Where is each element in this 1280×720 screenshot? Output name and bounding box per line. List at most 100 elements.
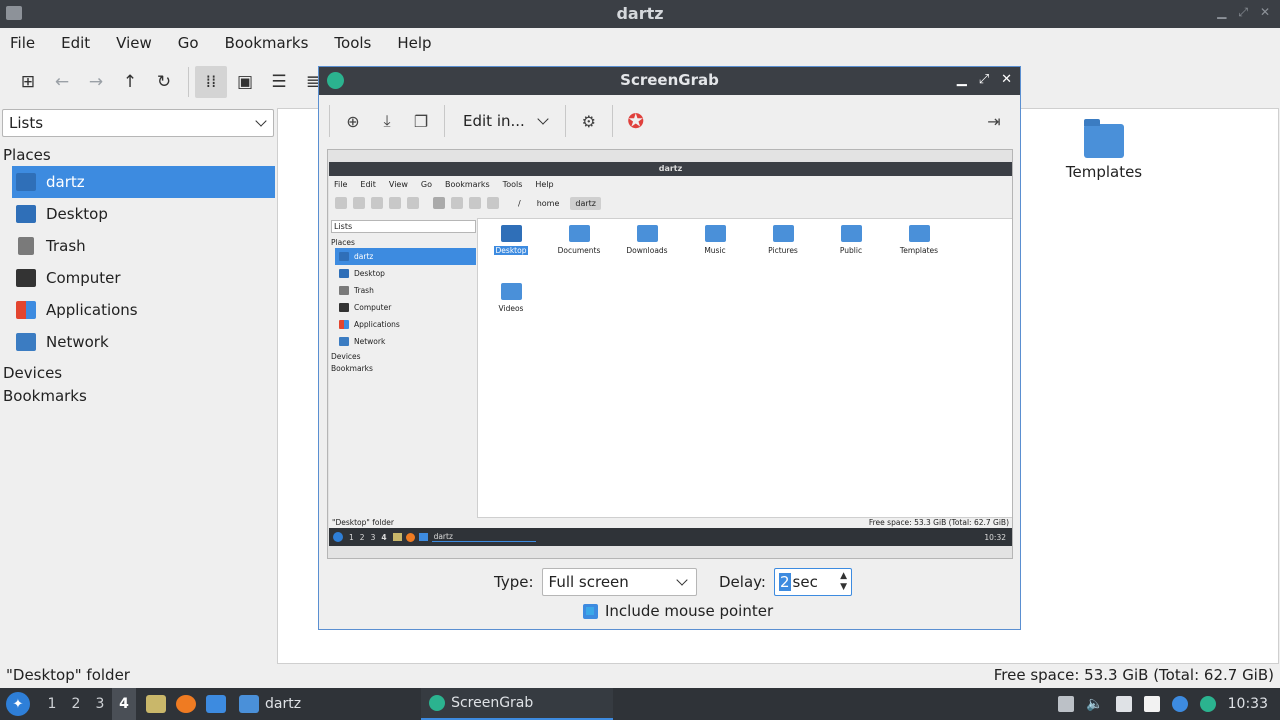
sidebar-item-trash[interactable]: Trash: [12, 230, 275, 262]
new-screenshot-icon[interactable]: ⊕: [336, 104, 370, 138]
new-window-icon[interactable]: ⊞: [12, 66, 44, 98]
include-pointer-row[interactable]: Include mouse pointer: [583, 602, 773, 620]
preview-folder-label: Documents: [557, 246, 601, 255]
screenshot-preview[interactable]: dartz File Edit View Go Bookmarks Tools …: [327, 149, 1013, 559]
delay-value[interactable]: 2: [778, 573, 791, 591]
thumbnail-view-icon[interactable]: ▣: [229, 66, 261, 98]
close-icon[interactable]: ✕: [1001, 72, 1012, 87]
display-icon[interactable]: [1115, 696, 1132, 712]
save-icon[interactable]: ⤓: [370, 104, 404, 138]
edit-in-button[interactable]: Edit in...: [451, 104, 559, 138]
settings-gear-icon[interactable]: ⚙: [572, 104, 606, 138]
task-screengrab[interactable]: ScreenGrab: [421, 688, 614, 720]
preview-file-view: Desktop Documents Downloads Music Pictur…: [477, 218, 1012, 518]
folder-label-templates[interactable]: Templates: [1064, 163, 1144, 181]
clipboard-icon[interactable]: [1143, 696, 1160, 712]
include-pointer-label[interactable]: Include mouse pointer: [605, 602, 773, 620]
menu-help[interactable]: Help: [397, 34, 431, 52]
devices-heading[interactable]: Devices: [0, 362, 276, 384]
applications-icon: [16, 301, 36, 319]
preview-folder: Documents: [553, 225, 605, 255]
exit-icon[interactable]: ⇥: [977, 104, 1011, 138]
volume-icon[interactable]: 🔈: [1086, 696, 1103, 712]
bookmarks-heading[interactable]: Bookmarks: [0, 385, 276, 407]
toolbar-separator: [188, 67, 189, 97]
preview-toolbar-icon: [487, 197, 499, 209]
preview-folder: Downloads: [621, 225, 673, 255]
menu-file[interactable]: File: [10, 34, 35, 52]
preview-folder-icon: [704, 225, 726, 242]
places-heading[interactable]: Places: [0, 144, 276, 166]
preview-trash-icon: [339, 286, 349, 295]
preview-item-label: Applications: [354, 320, 400, 329]
workspace-3[interactable]: 3: [88, 696, 112, 712]
type-select[interactable]: Full screen: [541, 568, 697, 596]
preview-toolbar-icon: [451, 197, 463, 209]
templates-folder-icon[interactable]: [1084, 119, 1124, 158]
menu-bookmarks[interactable]: Bookmarks: [225, 34, 309, 52]
preview-status-bar: "Desktop" folder Free space: 53.3 GiB (T…: [329, 518, 1012, 528]
minimize-icon[interactable]: ▁: [957, 72, 967, 87]
preview-sidebar-item: Trash: [335, 282, 476, 299]
chevron-down-icon: [537, 113, 549, 125]
help-lifebuoy-icon[interactable]: ✪: [619, 104, 653, 138]
notification-icon[interactable]: [1171, 696, 1188, 712]
spin-arrows-icon[interactable]: ▲ ▼: [840, 571, 847, 593]
menu-edit[interactable]: Edit: [61, 34, 90, 52]
copy-icon[interactable]: ❐: [404, 104, 438, 138]
icon-view-icon[interactable]: ⁞⁞: [195, 66, 227, 98]
storage-icon[interactable]: [1058, 696, 1075, 712]
sidebar-item-applications[interactable]: Applications: [12, 294, 275, 326]
start-menu-icon[interactable]: ✦: [6, 692, 30, 716]
file-manager-launcher-icon[interactable]: [146, 695, 166, 713]
preview-desktop-icon: [339, 269, 349, 278]
task-label: ScreenGrab: [451, 695, 534, 711]
sidebar-item-label: Applications: [46, 301, 138, 319]
maximize-icon[interactable]: ⤢: [1238, 5, 1248, 20]
minimize-icon[interactable]: ▁: [1217, 5, 1226, 20]
status-bar: "Desktop" folder Free space: 53.3 GiB (T…: [0, 666, 1280, 688]
desktop-launcher-icon[interactable]: [206, 695, 226, 713]
preview-folder: Pictures: [757, 225, 809, 255]
menubar: File Edit View Go Bookmarks Tools Help: [0, 28, 1280, 58]
preview-folder: Public: [825, 225, 877, 255]
compact-view-icon[interactable]: ☰: [263, 66, 295, 98]
status-free-space: Free space: 53.3 GiB (Total: 62.7 GiB): [993, 666, 1274, 684]
back-icon[interactable]: ←: [46, 66, 78, 98]
type-select-value: Full screen: [548, 573, 629, 591]
preview-clock: 10:32: [984, 532, 1006, 542]
preview-folder-label: Desktop: [493, 246, 529, 255]
close-icon[interactable]: ✕: [1260, 5, 1270, 20]
up-icon[interactable]: ↑: [114, 66, 146, 98]
preview-task: dartz: [431, 532, 536, 542]
menu-view[interactable]: View: [116, 34, 152, 52]
forward-icon[interactable]: →: [80, 66, 112, 98]
preview-network-icon: [339, 337, 349, 346]
include-pointer-checkbox[interactable]: [583, 603, 598, 619]
preview-sidebar-item: Desktop: [335, 265, 476, 282]
workspace-2[interactable]: 2: [64, 696, 88, 712]
maximize-icon[interactable]: ⤢: [979, 72, 989, 87]
clock[interactable]: 10:33: [1228, 696, 1268, 712]
task-dartz[interactable]: dartz: [231, 688, 309, 720]
firefox-icon[interactable]: [176, 695, 196, 713]
preview-app-icon: [418, 533, 428, 541]
workspace-1[interactable]: 1: [40, 696, 64, 712]
screengrab-titlebar[interactable]: ScreenGrab ▁ ⤢ ✕: [319, 67, 1020, 95]
workspace-4[interactable]: 4: [112, 688, 136, 720]
menu-tools[interactable]: Tools: [334, 34, 371, 52]
menu-go[interactable]: Go: [178, 34, 199, 52]
preview-folder-label: Pictures: [768, 246, 798, 255]
sidebar-item-computer[interactable]: Computer: [12, 262, 275, 294]
sidebar-item-network[interactable]: Network: [12, 326, 275, 358]
sidebar-item-desktop[interactable]: Desktop: [12, 198, 275, 230]
preview-workspace: 3: [370, 532, 376, 542]
sidebar-mode-select[interactable]: Lists: [2, 109, 274, 137]
preview-menu-item: Help: [535, 179, 554, 189]
sidebar-item-dartz[interactable]: dartz: [12, 166, 275, 198]
file-manager-titlebar[interactable]: dartz ▁ ⤢ ✕: [0, 0, 1280, 28]
folder-icon: [239, 695, 259, 713]
screengrab-tray-icon[interactable]: [1199, 696, 1216, 712]
delay-spinbox[interactable]: 2 sec ▲ ▼: [773, 568, 852, 596]
reload-icon[interactable]: ↻: [148, 66, 180, 98]
